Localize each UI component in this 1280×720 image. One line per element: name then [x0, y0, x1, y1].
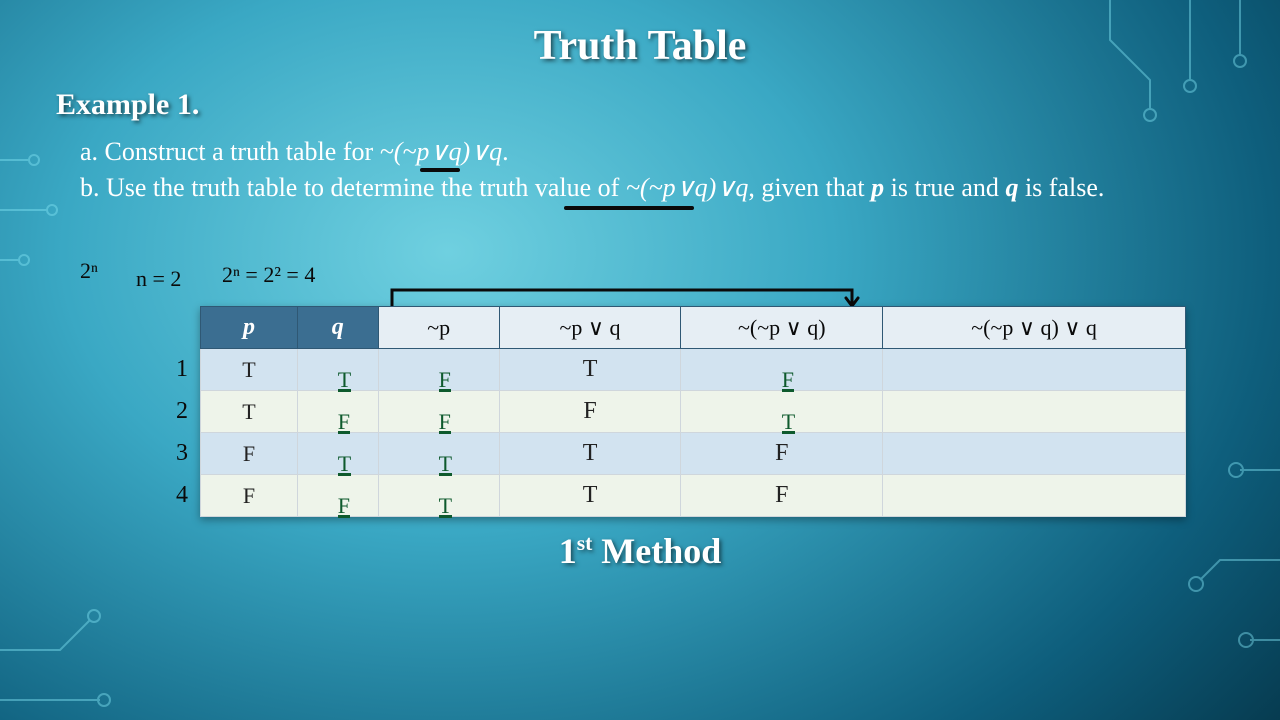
prompt-line-b: b. Use the truth table to determine the … [80, 170, 1240, 206]
cell-not-p: T [378, 433, 499, 475]
cell-notp-or-q: T [499, 475, 681, 517]
col-header-q: q [297, 307, 378, 349]
slide-title: Truth Table [0, 22, 1280, 70]
method-label: 1st Method [0, 530, 1280, 572]
cell-p: F [201, 433, 298, 475]
cell-q: F [297, 475, 378, 517]
cell-q: T [297, 349, 378, 391]
truth-table-header-row: p q ~p ~p ∨ q ~(~p ∨ q) ~(~p ∨ q) ∨ q [201, 307, 1186, 349]
cell-not-p: F [378, 391, 499, 433]
cell-neg-paren: F [681, 433, 883, 475]
hand-row-1: 1 [176, 356, 188, 383]
hand-n-equals: n = 2 [136, 266, 181, 292]
col-header-notp-or-q: ~p ∨ q [499, 307, 681, 349]
cell-q: T [297, 433, 378, 475]
hand-row-2: 2 [176, 398, 188, 425]
hand-row-4: 4 [176, 482, 188, 509]
cell-full [883, 433, 1186, 475]
prompt-a-prefix: a. Construct a truth table for [80, 137, 380, 166]
hand-bracket-arrow [390, 276, 860, 310]
cell-full [883, 349, 1186, 391]
hand-row-3: 3 [176, 440, 188, 467]
col-header-full-expr: ~(~p ∨ q) ∨ q [883, 307, 1186, 349]
cell-p: F [201, 475, 298, 517]
problem-statement: a. Construct a truth table for ~(~p∨q)∨q… [80, 134, 1240, 207]
method-num: 1 [559, 531, 577, 571]
cell-notp-or-q: T [499, 349, 681, 391]
hand-two-to-n: 2ⁿ [80, 258, 98, 284]
col-header-neg-paren: ~(~p ∨ q) [681, 307, 883, 349]
cell-p: T [201, 349, 298, 391]
prompt-a-formula: ~(~p∨q)∨q [380, 137, 503, 166]
cell-neg-paren: F [681, 349, 883, 391]
cell-notp-or-q: F [499, 391, 681, 433]
col-header-not-p: ~p [378, 307, 499, 349]
prompt-a-suffix: . [502, 137, 509, 166]
example-heading: Example 1. [56, 88, 199, 122]
hand-two-n-calc: 2ⁿ = 2² = 4 [222, 262, 315, 288]
table-row: T T F T F [201, 349, 1186, 391]
table-row: T F F F T [201, 391, 1186, 433]
prompt-b-p: p [871, 173, 884, 202]
table-row: F T T T F [201, 433, 1186, 475]
prompt-b-suffix: is false. [1018, 173, 1104, 202]
prompt-b-formula: ~(~p∨q)∨q [626, 173, 749, 202]
cell-full [883, 475, 1186, 517]
col-header-p: p [201, 307, 298, 349]
cell-not-p: T [378, 475, 499, 517]
method-ord: st [577, 531, 593, 555]
table-row: F F T T F [201, 475, 1186, 517]
cell-q: F [297, 391, 378, 433]
cell-notp-or-q: T [499, 433, 681, 475]
hand-underline-b [564, 206, 694, 210]
cell-not-p: F [378, 349, 499, 391]
cell-p: T [201, 391, 298, 433]
prompt-b-prefix: b. Use the truth table to determine the … [80, 173, 626, 202]
cell-full [883, 391, 1186, 433]
cell-neg-paren: T [681, 391, 883, 433]
prompt-line-a: a. Construct a truth table for ~(~p∨q)∨q… [80, 134, 1240, 170]
prompt-b-q: q [1005, 173, 1018, 202]
hand-underline-a [420, 168, 460, 172]
prompt-b-mid: , given that [748, 173, 871, 202]
prompt-b-mid2: is true and [884, 173, 1005, 202]
method-word: Method [592, 531, 721, 571]
truth-table: p q ~p ~p ∨ q ~(~p ∨ q) ~(~p ∨ q) ∨ q T … [200, 306, 1186, 517]
cell-neg-paren: F [681, 475, 883, 517]
